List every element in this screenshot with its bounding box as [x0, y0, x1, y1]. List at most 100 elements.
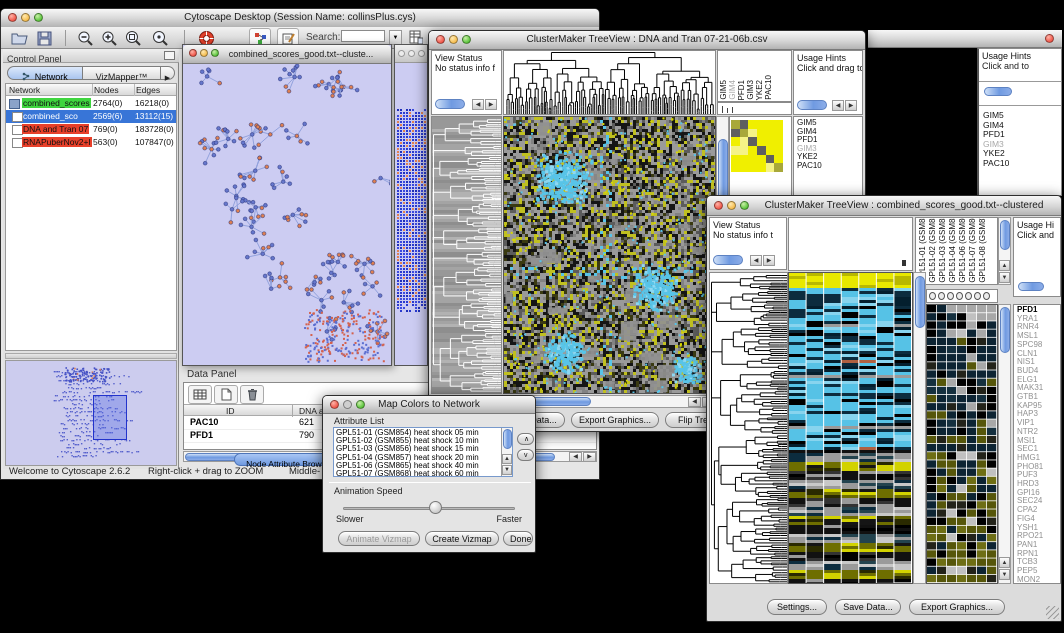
export-graphics-button[interactable]: Export Graphics... — [909, 599, 1005, 615]
scrollbar-thumb[interactable] — [713, 255, 743, 265]
scroll-left-button[interactable]: ◀ — [472, 99, 484, 110]
zoom-heatmap-cell[interactable] — [748, 146, 757, 155]
scrollbar-thumb[interactable] — [1000, 220, 1010, 250]
zoom-heatmap-cell[interactable] — [774, 120, 783, 129]
move-down-button[interactable]: v — [517, 449, 534, 461]
zoom-heatmap-cell[interactable] — [731, 146, 740, 155]
birdseye-view[interactable] — [5, 360, 177, 466]
map-colors-titlebar[interactable]: Map Colors to Network — [323, 396, 535, 414]
zoom-button[interactable] — [740, 201, 749, 210]
resize-grip[interactable] — [1046, 606, 1059, 619]
minimize-button[interactable] — [408, 50, 415, 57]
scroll-left-button[interactable]: ◀ — [750, 255, 762, 266]
column-label[interactable]: GPL51-03 (GSM856) — [939, 217, 947, 283]
create-vizmap-button[interactable]: Create Vizmap — [425, 531, 499, 546]
tab-overflow-button[interactable]: ▶ — [161, 66, 175, 80]
column-label[interactable]: GPL51-06 (GSM865) — [959, 217, 967, 283]
zoom-heatmap-cell[interactable] — [740, 129, 749, 138]
heatmap-canvas[interactable] — [789, 273, 912, 583]
scrollbar-thumb[interactable] — [984, 87, 1012, 96]
close-button[interactable] — [189, 49, 197, 57]
gene-label[interactable]: MON2 — [1017, 576, 1043, 584]
minimize-button[interactable] — [449, 35, 458, 44]
settings-button[interactable]: Settings... — [767, 599, 827, 615]
search-dropdown-button[interactable]: ▼ — [389, 30, 402, 45]
zoom-heatmap-cell[interactable] — [748, 163, 757, 172]
zoom-heatmap-cell[interactable] — [774, 163, 783, 172]
zoom-heatmap-cell[interactable] — [731, 163, 740, 172]
column-label[interactable]: GPL51-08 (GSM872) — [979, 217, 987, 283]
zoom-heatmap-cell[interactable] — [731, 137, 740, 146]
scrollbar-thumb[interactable] — [915, 276, 925, 328]
zoom-heatmap-cell[interactable] — [766, 137, 775, 146]
scrollbar-thumb[interactable] — [797, 100, 827, 110]
gene-label-list[interactable]: PFD1YRA1RNR4MSL1SPC98CLN1NIS1BUD4ELG1MAK… — [1017, 306, 1043, 584]
open-file-button[interactable] — [7, 28, 31, 48]
attribute-list-vscrollbar[interactable]: ▲ ▼ — [501, 428, 512, 476]
column-dendrogram-panel[interactable] — [788, 217, 913, 271]
minimize-button[interactable] — [21, 13, 30, 22]
network-table-header[interactable]: Network Nodes Edges — [6, 84, 176, 96]
background-treeview-titlebar[interactable] — [868, 30, 1062, 48]
heatmap-canvas[interactable] — [504, 117, 715, 393]
scrollbar-thumb[interactable] — [1000, 307, 1010, 353]
zoom-heatmap-cell[interactable] — [731, 120, 740, 129]
scroll-right-button[interactable]: ▶ — [485, 99, 497, 110]
scroll-up-button[interactable]: ▲ — [999, 557, 1010, 568]
close-button[interactable] — [398, 50, 405, 57]
network-canvas[interactable] — [184, 64, 390, 365]
global-heatmap-panel[interactable] — [503, 116, 716, 394]
move-up-button[interactable]: ∧ — [517, 433, 534, 445]
zoom-button[interactable] — [462, 35, 471, 44]
zoom-heatmap-cell[interactable] — [740, 163, 749, 172]
attribute-listbox[interactable]: GPL51-01 (GSM854) heat shock 05 minGPL51… — [333, 427, 513, 477]
float-panel-icon[interactable] — [164, 51, 175, 60]
scrollbar-thumb[interactable] — [435, 99, 465, 109]
slider-thumb[interactable] — [429, 501, 442, 514]
table-grid-button[interactable] — [188, 385, 212, 404]
search-input[interactable] — [341, 30, 385, 42]
save-data-button[interactable]: Save Data... — [835, 599, 901, 615]
zoom-heatmap-cell[interactable] — [748, 155, 757, 164]
zoom-fit-button[interactable] — [121, 28, 145, 48]
zoom-button[interactable] — [418, 50, 425, 57]
zoom-heatmap-cell[interactable] — [757, 163, 766, 172]
gene-label[interactable]: PAC10 — [797, 162, 822, 171]
zoom-in-button[interactable] — [97, 28, 121, 48]
zoom-heatmap-cell[interactable] — [731, 129, 740, 138]
zoom-heatmap-cell[interactable] — [740, 146, 749, 155]
network-tree-row[interactable]: combined_scores2764(0)16218(0) — [6, 97, 176, 110]
network-tree-row[interactable]: DNA and Tran 07769(0)183728(0) — [6, 123, 176, 136]
close-button[interactable] — [330, 400, 339, 409]
global-heatmap-panel[interactable] — [788, 272, 913, 584]
heatmap-vscrollbar[interactable] — [913, 272, 926, 584]
zoom-heatmap-cell[interactable] — [748, 137, 757, 146]
zoom-heatmap-cell[interactable] — [757, 129, 766, 138]
scroll-up-button[interactable]: ▲ — [502, 454, 512, 464]
main-titlebar[interactable]: Cytoscape Desktop (Session Name: collins… — [1, 9, 599, 28]
column-label[interactable]: GIM5 — [720, 80, 728, 100]
column-dendrogram-panel[interactable] — [503, 50, 716, 115]
zoom-heatmap-cell[interactable] — [740, 120, 749, 129]
column-label[interactable]: GPL51-04 (GSM857) — [949, 217, 957, 283]
network-tree-row[interactable]: combined_sco2569(6)13112(15) — [6, 110, 176, 123]
scroll-down-button[interactable]: ▼ — [502, 465, 512, 475]
tab-network[interactable]: Network — [7, 66, 83, 80]
zoom-heatmap-cell[interactable] — [766, 163, 775, 172]
scrollbar-thumb[interactable] — [503, 429, 512, 449]
zoom-heatmap-cell[interactable] — [766, 129, 775, 138]
zoom-heatmap-canvas[interactable] — [927, 305, 997, 583]
column-dendrogram-canvas[interactable] — [504, 51, 715, 114]
zoom-vscrollbar[interactable]: ▲ ▼ — [998, 304, 1011, 584]
zoom-heatmap-cell[interactable] — [774, 129, 783, 138]
export-graphics-button[interactable]: Export Graphics... — [571, 412, 659, 428]
panel-splitter[interactable] — [5, 353, 177, 359]
column-label[interactable]: GIM4 — [729, 80, 737, 100]
tab-vizmapper[interactable]: VizMapper™ — [83, 66, 161, 80]
animation-slider[interactable] — [343, 500, 515, 516]
zoom-heatmap-panel[interactable] — [926, 304, 998, 584]
traffic-light-red[interactable] — [1045, 34, 1054, 43]
column-label[interactable]: PFD1 — [738, 80, 746, 100]
row-dendrogram-canvas[interactable] — [710, 273, 787, 583]
row-dendrogram-panel[interactable] — [709, 272, 788, 584]
